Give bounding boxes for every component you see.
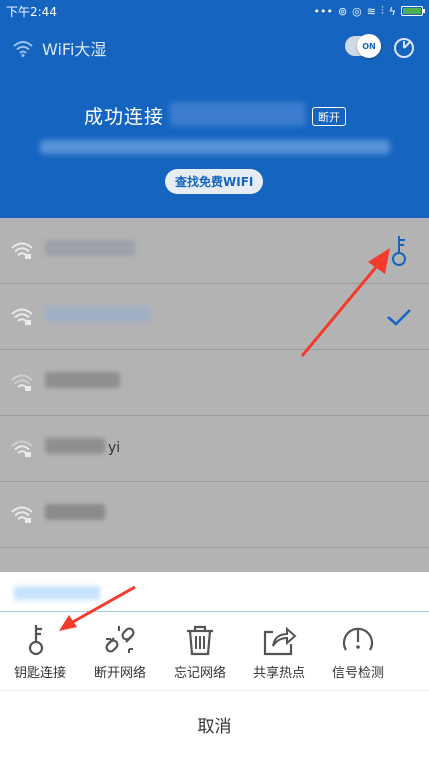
action-label: 信号检测 [331,666,384,681]
sheet-header [0,572,429,612]
signal-check-button[interactable]: 信号检测 [318,612,398,690]
wifi-locked-icon [11,242,33,259]
check-icon [387,309,411,326]
sheet-title-redaction [14,586,100,600]
action-label: 断开网络 [93,666,146,681]
network-row[interactable] [0,482,429,548]
find-free-wifi-button[interactable]: 查找免费WIFI [165,169,264,194]
signal-check-icon [342,627,374,651]
header: WiFi大湿 ON 成功连接 断开 查找免费WIFI [0,22,429,218]
action-label: 钥匙连接 [13,666,66,681]
wifi-locked-icon [11,308,33,325]
app-title: WiFi大湿 [42,40,107,59]
network-4g-icon: ⫶ [380,4,384,17]
charging-icon: ϟ [388,4,396,18]
disconnect-button[interactable]: 断开 [312,107,346,126]
wifi-locked-icon [11,374,33,391]
status-bar: 下午2:44 ••• ⊚ ◎ ≋ ⫶ ϟ [0,0,429,22]
ssid-redaction [170,102,305,126]
share-hotspot-button[interactable]: 共享热点 [239,612,319,690]
status-time: 下午2:44 [6,4,57,19]
toggle-knob: ON [357,34,381,58]
alarm-icon: ⊚ [337,4,348,18]
key-connect-button[interactable]: 钥匙连接 [0,612,80,690]
wifi-locked-icon [11,440,33,457]
subtitle-redaction [40,140,390,154]
action-label: 共享热点 [252,666,305,681]
signal-icon: ◎ [352,4,362,18]
network-row[interactable] [0,350,429,416]
wifi-icon: ≋ [366,4,376,18]
network-list: yi [0,218,429,572]
more-dots-icon: ••• [313,4,333,18]
connection-status: 成功连接 [84,106,165,128]
action-label: 忘记网络 [173,666,226,681]
radar-icon[interactable] [392,36,416,60]
network-name-redaction [45,504,105,520]
trash-icon [187,625,213,656]
key-icon[interactable] [386,234,412,268]
wifi-toggle[interactable]: ON [345,34,381,58]
network-name-redaction [45,306,150,322]
status-icons: ••• ⊚ ◎ ≋ ⫶ ϟ [313,4,425,18]
key-icon [28,625,44,656]
network-row[interactable]: yi [0,416,429,482]
disconnect-network-button[interactable]: 断开网络 [80,612,160,690]
network-name: yi [108,440,121,456]
wifi-locked-icon [11,506,33,523]
network-row[interactable] [0,284,429,350]
network-name-redaction [45,240,135,256]
forget-network-button[interactable]: 忘记网络 [160,612,240,690]
battery-icon [401,6,425,16]
network-name-redaction [45,372,120,388]
broken-link-icon [105,626,135,653]
action-sheet: 钥匙连接 断开网络 忘记网络 共享热点 信号检测 取消 [0,572,429,758]
share-icon [263,626,297,656]
network-name-redaction [45,438,105,454]
action-row: 钥匙连接 断开网络 忘记网络 共享热点 信号检测 [0,612,429,690]
network-row[interactable] [0,218,429,284]
wifi-logo-icon [13,41,33,57]
cancel-button[interactable]: 取消 [0,690,429,758]
